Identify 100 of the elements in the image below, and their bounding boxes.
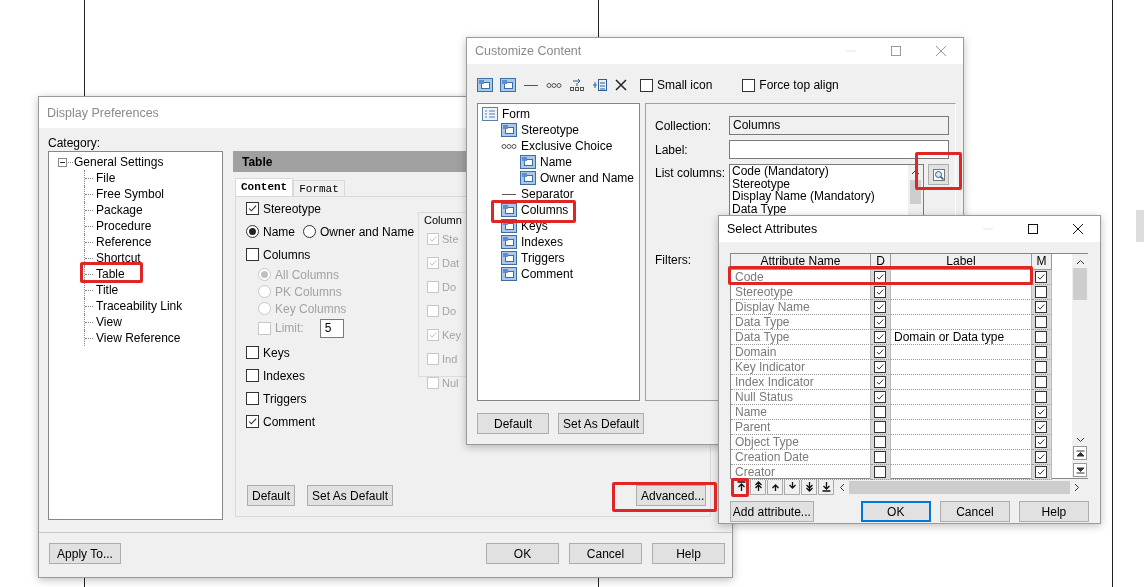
dialog-button[interactable]: Cancel [569,543,642,564]
checkbox[interactable] [1035,271,1047,283]
checkbox[interactable] [874,286,886,298]
dialog-button[interactable]: Set As Default [558,413,645,434]
tree-item[interactable]: Exclusive Choice [521,139,613,153]
delete-icon[interactable] [615,79,627,91]
checkbox[interactable] [246,392,259,405]
chevron-down-icon[interactable] [1075,437,1085,443]
scrollbar-thumb[interactable] [1073,268,1087,300]
tree-item[interactable]: General Settings [74,155,164,169]
list-item[interactable]: Code (Mandatory) [732,165,909,178]
checkbox[interactable] [640,78,653,92]
checkbox[interactable] [246,202,259,215]
object-icon[interactable] [500,78,516,92]
list-item[interactable]: Display Name (Mandatory) [732,190,909,203]
arrow-boxes-icon[interactable] [569,78,585,92]
tree-item[interactable]: Free Symbol [96,187,165,201]
tree-item[interactable]: View [96,315,122,329]
checkbox[interactable] [1035,406,1047,418]
checkbox[interactable] [1035,391,1047,403]
dialog-button[interactable]: Help [1018,501,1089,522]
object-icon[interactable] [477,78,493,92]
tab[interactable]: Format [293,180,345,196]
tree-item[interactable]: Owner and Name [540,171,635,185]
tree-item[interactable]: Shortcut [96,251,141,265]
column-header[interactable]: M [1032,254,1052,270]
dash-icon[interactable] [523,83,539,87]
checkbox[interactable] [874,271,886,283]
collapse-icon[interactable] [58,157,67,167]
chevron-right-icon[interactable] [1074,482,1080,492]
tree-item[interactable]: Package [96,203,143,217]
tree-item[interactable]: Stereotype [521,123,580,137]
checkbox[interactable] [1035,286,1047,298]
checkbox[interactable] [246,346,259,359]
checkbox[interactable] [874,391,886,403]
dialog-button[interactable]: OK [860,501,931,522]
tab[interactable]: Content [235,178,294,196]
tree-item[interactable]: Separator [521,187,574,201]
checkbox[interactable] [874,301,886,313]
tree-item[interactable]: Comment [521,267,573,281]
checkbox[interactable] [742,78,756,92]
checkbox[interactable] [874,376,886,388]
checkbox[interactable] [246,415,259,428]
list-item[interactable]: Stereotype [732,177,909,190]
checkbox[interactable] [1035,331,1047,343]
scrollbar-thumb[interactable] [910,180,922,204]
pane-button[interactable]: Set As Default [307,485,394,506]
page-down-button[interactable] [801,479,817,495]
close-icon[interactable] [1072,223,1084,235]
checkbox[interactable] [1035,421,1047,433]
checkbox[interactable] [874,331,886,343]
three-circles-icon[interactable] [546,82,562,88]
tree-item[interactable]: Form [502,107,530,121]
checkbox[interactable] [874,436,886,448]
tree-item[interactable]: Title [96,283,119,297]
add-attribute-button[interactable]: Add attribute... [730,501,814,522]
scroll-bottom-button[interactable] [1073,463,1087,477]
radio-button[interactable] [303,225,316,238]
tree-item[interactable]: Triggers [521,251,565,265]
list-item[interactable]: Data Type [732,202,909,215]
checkbox[interactable] [874,421,886,433]
chevron-left-icon[interactable] [839,482,845,492]
scrollbar-thumb[interactable] [849,480,1070,494]
checkbox[interactable] [1035,361,1047,373]
scrollbar[interactable] [1072,254,1088,478]
tree-item[interactable]: Columns [521,203,569,217]
checkbox[interactable] [874,361,886,373]
checkbox[interactable] [1035,316,1047,328]
dialog-button[interactable]: Default [477,413,549,434]
collection-field[interactable]: Columns [729,116,949,135]
tree-item[interactable]: Indexes [521,235,564,249]
dialog-button[interactable]: OK [486,543,559,564]
checkbox[interactable] [1035,346,1047,358]
dialog-button[interactable]: Cancel [939,501,1010,522]
tree-item[interactable]: File [96,171,116,185]
move-up-button[interactable] [767,479,783,495]
checkbox[interactable] [874,346,886,358]
checkbox[interactable] [1035,436,1047,448]
checkbox[interactable] [246,369,259,382]
apply-button[interactable]: Apply To... [49,543,121,564]
checkbox[interactable] [1035,466,1047,478]
checkbox[interactable] [1035,376,1047,388]
tree-item[interactable]: Traceability Link [96,299,183,313]
list-arrow-icon[interactable] [592,78,608,92]
checkbox[interactable] [874,466,886,478]
chevron-up-icon[interactable] [911,169,921,175]
dialog-button[interactable]: Help [652,543,725,564]
pane-button[interactable]: Default [247,485,296,506]
tree-item[interactable]: View Reference [96,331,181,345]
checkbox[interactable] [874,406,886,418]
tree-item[interactable]: Name [540,155,572,169]
checkbox[interactable] [874,316,886,328]
checkbox[interactable] [874,451,886,463]
tree-item[interactable]: Table [96,267,125,281]
tree-item[interactable]: Procedure [96,219,152,233]
tree-item[interactable]: Reference [96,235,152,249]
checkbox[interactable] [1035,301,1047,313]
advanced-button[interactable]: Advanced... [636,485,706,506]
select-button[interactable] [928,164,949,185]
label-field[interactable] [729,140,949,159]
